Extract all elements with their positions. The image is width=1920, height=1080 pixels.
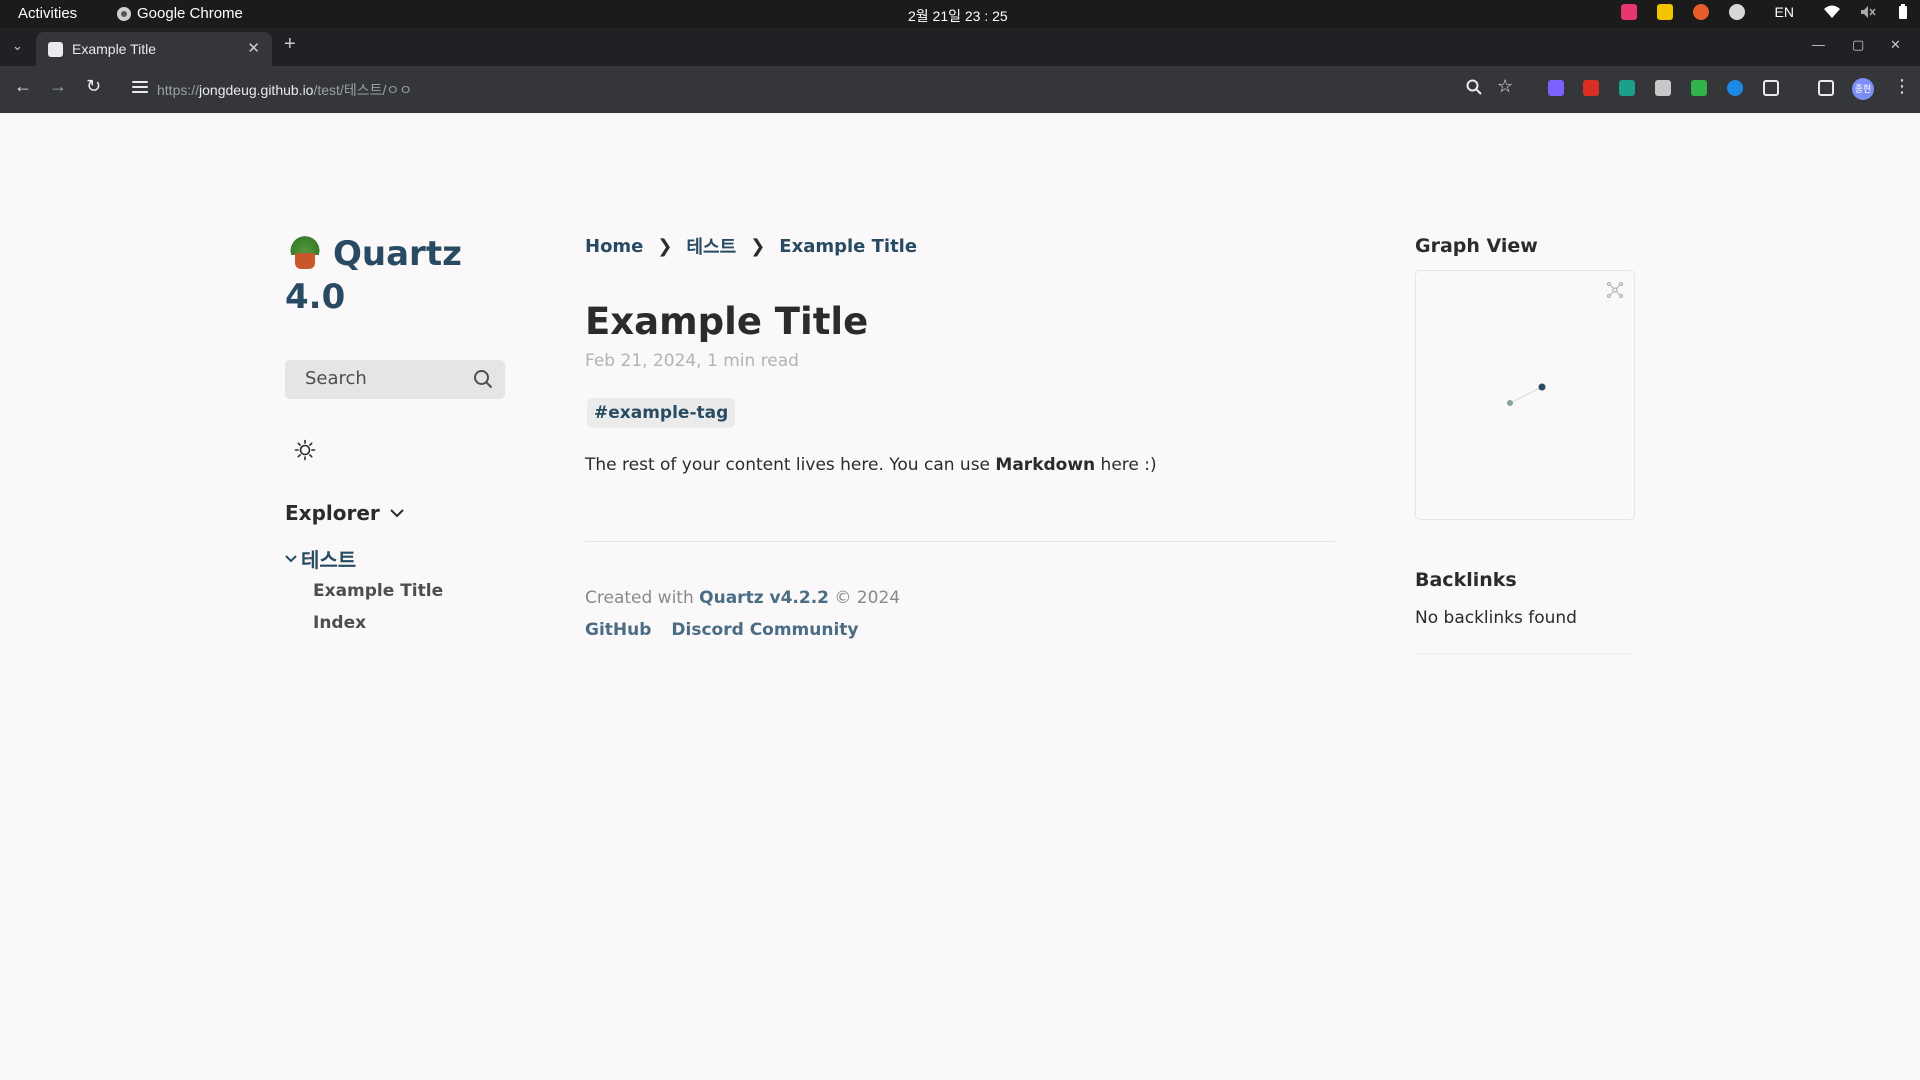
breadcrumb-home[interactable]: Home xyxy=(585,236,643,257)
discord-link[interactable]: Discord Community xyxy=(671,620,858,640)
tab-strip: ⌄ Example Title ✕ + — ▢ ✕ xyxy=(0,28,1920,66)
breadcrumb-separator: ❯ xyxy=(657,235,673,257)
footer-credit: Created with Quartz v4.2.2 © 2024 xyxy=(585,588,901,608)
more-menu-icon[interactable]: ⋮ xyxy=(1893,77,1911,95)
search-button[interactable]: Search xyxy=(285,360,505,399)
site-title[interactable]: Quartz 4.0 xyxy=(285,233,505,319)
backlinks-empty-message: No backlinks found xyxy=(1415,608,1577,628)
tray-docker-icon[interactable] xyxy=(1728,4,1745,20)
zoom-magnifier-icon[interactable] xyxy=(1466,79,1482,99)
page-content: Quartz 4.0 Search Explorer 테스트 Example T… xyxy=(0,113,1920,1080)
graph-edge xyxy=(1509,386,1543,404)
search-label: Search xyxy=(305,368,367,389)
github-link[interactable]: GitHub xyxy=(585,620,651,640)
activities-button[interactable]: Activities xyxy=(18,5,77,22)
restore-icon[interactable]: ▢ xyxy=(1852,37,1864,53)
address-bar[interactable]: https://jongdeug.github.io/test/테스트/ㅇㅇ xyxy=(122,72,1522,106)
breadcrumb-separator: ❯ xyxy=(750,235,766,257)
search-icon xyxy=(474,370,493,389)
power-icon[interactable] xyxy=(1896,4,1910,20)
tab-active[interactable]: Example Title ✕ xyxy=(36,32,272,66)
tag-link[interactable]: #example-tag xyxy=(587,398,736,428)
tray-chat-icon[interactable] xyxy=(1656,4,1673,20)
extension-icon-3[interactable] xyxy=(1619,80,1635,96)
extension-shield-icon[interactable] xyxy=(1691,80,1707,96)
article-body: The rest of your content lives here. You… xyxy=(585,455,1157,475)
minimize-icon[interactable]: — xyxy=(1812,37,1825,52)
browser-toolbar: ← → ↻ https://jongdeug.github.io/test/테스… xyxy=(0,66,1920,113)
clock[interactable]: 2월 21일 23 : 25 xyxy=(908,6,1008,26)
potted-plant-icon xyxy=(285,233,325,269)
global-graph-expand-icon[interactable] xyxy=(1606,281,1624,299)
system-top-bar: Activities Google Chrome 2월 21일 23 : 25 … xyxy=(0,0,1920,28)
bookmark-star-icon[interactable]: ☆ xyxy=(1497,77,1513,95)
app-name: Google Chrome xyxy=(137,5,243,22)
footer-divider xyxy=(585,541,1335,542)
chevron-down-icon xyxy=(390,509,404,518)
extension-icon-1[interactable] xyxy=(1548,80,1564,96)
site-info-icon[interactable] xyxy=(132,81,148,95)
reload-icon[interactable]: ↻ xyxy=(86,77,101,95)
language-indicator[interactable]: EN xyxy=(1775,4,1794,20)
explorer-toggle[interactable]: Explorer xyxy=(285,501,404,525)
graph-view[interactable] xyxy=(1415,270,1635,520)
chrome-icon xyxy=(117,6,131,21)
article-meta: Feb 21, 2024, 1 min read xyxy=(585,351,799,371)
graph-canvas[interactable] xyxy=(1416,271,1636,521)
quartz-link[interactable]: Quartz v4.2.2 xyxy=(699,588,829,608)
explorer-label: Explorer xyxy=(285,501,380,525)
sun-theme-toggle-icon[interactable] xyxy=(294,439,316,461)
folder-chevron-down-icon[interactable] xyxy=(285,554,297,563)
explorer-folder[interactable]: 테스트 xyxy=(285,544,356,573)
extension-camera-icon[interactable] xyxy=(1655,80,1671,96)
new-tab-plus-icon[interactable]: + xyxy=(284,33,296,56)
forward-arrow-icon[interactable]: → xyxy=(49,77,67,95)
explorer-file-index[interactable]: Index xyxy=(313,613,366,633)
tray-app-icon[interactable] xyxy=(1620,4,1637,20)
explorer-file-example-title[interactable]: Example Title xyxy=(313,581,443,601)
backlinks-divider xyxy=(1415,653,1635,654)
tab-title: Example Title xyxy=(72,41,157,57)
extensions-puzzle-icon[interactable] xyxy=(1763,80,1779,96)
extension-icon-2[interactable] xyxy=(1583,80,1599,96)
graph-node-current xyxy=(1538,383,1546,391)
breadcrumb: Home ❯ 테스트 ❯ Example Title xyxy=(585,233,917,259)
backlinks-heading: Backlinks xyxy=(1415,569,1517,591)
folder-name[interactable]: 테스트 xyxy=(301,544,356,573)
footer-links: GitHub Discord Community xyxy=(585,620,859,640)
graph-view-heading: Graph View xyxy=(1415,235,1538,257)
tab-search-chevron-down-icon[interactable]: ⌄ xyxy=(12,38,23,54)
breadcrumb-folder[interactable]: 테스트 xyxy=(687,233,737,259)
graph-node-index xyxy=(1507,400,1513,406)
volume-muted-icon[interactable] xyxy=(1860,5,1876,19)
markdown-bold: Markdown xyxy=(995,455,1096,475)
url-text[interactable]: https://jongdeug.github.io/test/테스트/ㅇㅇ xyxy=(157,80,412,100)
page-title: Example Title xyxy=(585,300,869,343)
tray-browser-icon[interactable] xyxy=(1692,4,1709,20)
extension-icon-6[interactable] xyxy=(1727,80,1743,96)
breadcrumb-current[interactable]: Example Title xyxy=(779,236,917,257)
tab-close-icon[interactable]: ✕ xyxy=(247,39,260,57)
back-arrow-icon[interactable]: ← xyxy=(14,77,32,95)
side-panel-icon[interactable] xyxy=(1818,80,1834,96)
window-close-icon[interactable]: ✕ xyxy=(1890,37,1901,53)
app-menu[interactable]: Google Chrome xyxy=(117,5,243,22)
profile-avatar[interactable]: 종현 xyxy=(1852,78,1874,100)
wifi-icon[interactable] xyxy=(1824,5,1840,19)
system-tray: EN xyxy=(1620,4,1910,20)
page-favicon-icon xyxy=(48,42,63,57)
